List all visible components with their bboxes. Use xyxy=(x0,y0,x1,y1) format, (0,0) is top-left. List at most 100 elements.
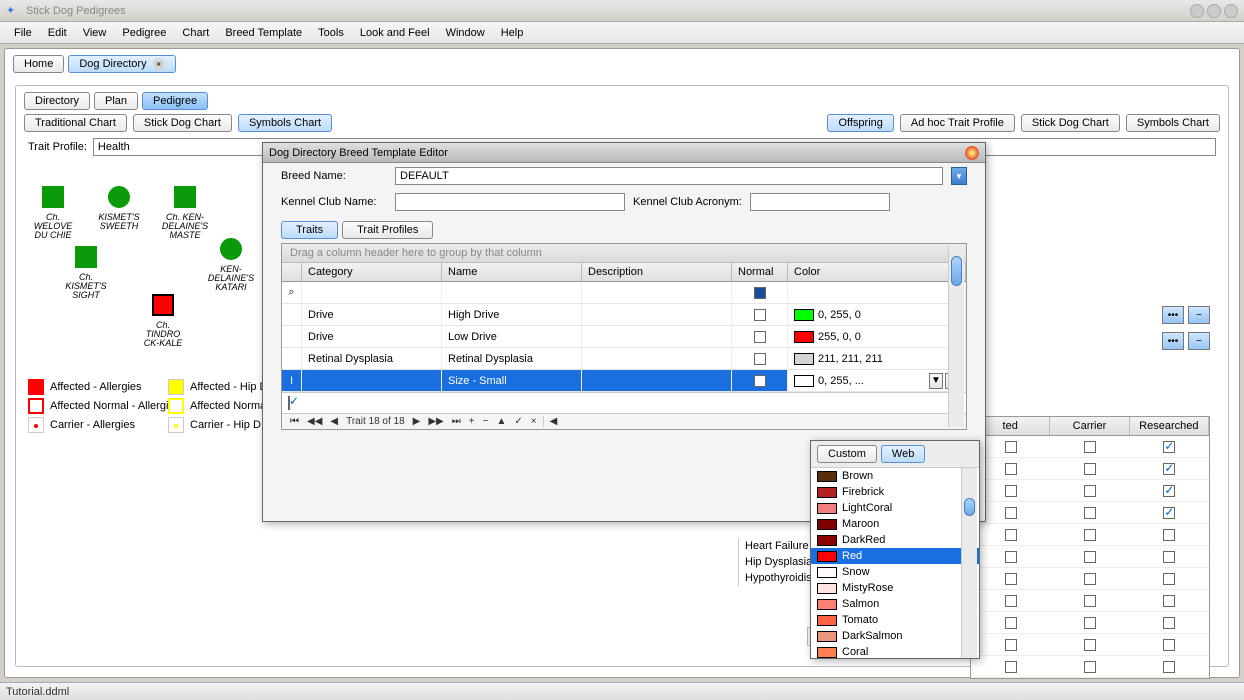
checkbox[interactable] xyxy=(1084,551,1096,563)
breed-name-input[interactable] xyxy=(395,167,943,185)
filter-checkbox[interactable] xyxy=(754,287,766,299)
pedigree-node[interactable] xyxy=(152,294,174,316)
dropdown-icon[interactable]: ▼ xyxy=(951,167,967,185)
checkbox[interactable] xyxy=(1163,485,1175,497)
menu-edit[interactable]: Edit xyxy=(40,25,75,41)
menu-window[interactable]: Window xyxy=(438,25,493,41)
checkbox[interactable] xyxy=(1084,463,1096,475)
tab-pedigree[interactable]: Pedigree xyxy=(142,92,208,110)
checkbox[interactable] xyxy=(1005,529,1017,541)
checkbox[interactable] xyxy=(1084,595,1096,607)
kennel-club-input[interactable] xyxy=(395,193,625,211)
dialog-close-button[interactable] xyxy=(965,146,979,160)
color-item[interactable]: Firebrick xyxy=(811,484,979,500)
minimize-button[interactable] xyxy=(1190,4,1204,18)
menu-chart[interactable]: Chart xyxy=(174,25,217,41)
tab-symbols-chart-r[interactable]: Symbols Chart xyxy=(1126,114,1220,132)
color-item[interactable]: Red xyxy=(811,548,979,564)
color-item[interactable]: LightCoral xyxy=(811,500,979,516)
checkbox[interactable] xyxy=(1005,639,1017,651)
checkbox[interactable] xyxy=(1163,573,1175,585)
checkbox[interactable] xyxy=(1005,507,1017,519)
checkbox[interactable] xyxy=(1005,441,1017,453)
close-button[interactable] xyxy=(1224,4,1238,18)
cell-checkbox[interactable] xyxy=(754,331,766,343)
checkbox[interactable] xyxy=(1163,463,1175,475)
minus-button[interactable]: − xyxy=(1188,306,1210,324)
pedigree-node[interactable] xyxy=(42,186,64,208)
grid-row-selected[interactable]: I Size - Small 0, 255, ... ▼ × xyxy=(282,370,966,392)
grid-row[interactable]: Retinal Dysplasia Retinal Dysplasia 211,… xyxy=(282,348,966,370)
menu-view[interactable]: View xyxy=(75,25,115,41)
tab-plan[interactable]: Plan xyxy=(94,92,138,110)
checkbox[interactable] xyxy=(1163,551,1175,563)
checkbox[interactable] xyxy=(1084,639,1096,651)
menu-tools[interactable]: Tools xyxy=(310,25,352,41)
checkbox[interactable] xyxy=(1163,661,1175,673)
menu-pedigree[interactable]: Pedigree xyxy=(114,25,174,41)
tab-trait-profiles[interactable]: Trait Profiles xyxy=(342,221,433,239)
minus-button[interactable]: − xyxy=(1188,332,1210,350)
checkbox[interactable] xyxy=(1084,661,1096,673)
color-item[interactable]: Coral xyxy=(811,644,979,658)
nav-down-icon[interactable]: ✓ xyxy=(512,416,524,427)
cell-checkbox[interactable] xyxy=(754,353,766,365)
color-item[interactable]: Snow xyxy=(811,564,979,580)
pedigree-node[interactable] xyxy=(75,246,97,268)
nav-first-icon[interactable]: ⏮ xyxy=(288,416,301,427)
menu-file[interactable]: File xyxy=(6,25,40,41)
col-normal[interactable]: Normal xyxy=(732,263,788,281)
tab-adhoc-trait[interactable]: Ad hoc Trait Profile xyxy=(900,114,1015,132)
kennel-acronym-input[interactable] xyxy=(750,193,890,211)
cell-name[interactable]: Size - Small xyxy=(442,370,582,391)
tab-dog-directory[interactable]: Dog Directory × xyxy=(68,55,175,73)
col-description[interactable]: Description xyxy=(582,263,732,281)
pedigree-node[interactable] xyxy=(174,186,196,208)
col-color[interactable]: Color xyxy=(788,263,966,281)
menu-look-and-feel[interactable]: Look and Feel xyxy=(352,25,438,41)
close-icon[interactable]: × xyxy=(153,58,165,70)
col-name[interactable]: Name xyxy=(442,263,582,281)
color-item[interactable]: MistyRose xyxy=(811,580,979,596)
checkbox[interactable] xyxy=(1084,441,1096,453)
footer-checkbox[interactable] xyxy=(288,396,290,410)
checkbox[interactable] xyxy=(1163,529,1175,541)
menu-help[interactable]: Help xyxy=(493,25,532,41)
checkbox[interactable] xyxy=(1005,617,1017,629)
nav-add-icon[interactable]: + xyxy=(467,416,477,427)
nav-remove-icon[interactable]: − xyxy=(481,416,491,427)
cp-tab-web[interactable]: Web xyxy=(881,445,925,463)
tab-traits[interactable]: Traits xyxy=(281,221,338,239)
tab-offspring[interactable]: Offspring xyxy=(827,114,893,132)
col-researched[interactable]: Researched xyxy=(1130,417,1209,435)
color-item[interactable]: DarkSalmon xyxy=(811,628,979,644)
checkbox[interactable] xyxy=(1163,617,1175,629)
filter-icon[interactable]: ⌕ xyxy=(288,286,294,299)
color-item[interactable]: DarkRed xyxy=(811,532,979,548)
checkbox[interactable] xyxy=(1005,463,1017,475)
checkbox[interactable] xyxy=(1163,595,1175,607)
color-item[interactable]: Salmon xyxy=(811,596,979,612)
nav-prevpage-icon[interactable]: ◀◀ xyxy=(305,416,324,427)
checkbox[interactable] xyxy=(1084,485,1096,497)
grid-scrollbar[interactable] xyxy=(948,246,964,427)
menu-breed-template[interactable]: Breed Template xyxy=(217,25,310,41)
cp-tab-custom[interactable]: Custom xyxy=(817,445,877,463)
color-item[interactable]: Tomato xyxy=(811,612,979,628)
checkbox[interactable] xyxy=(1163,639,1175,651)
color-item[interactable]: Brown xyxy=(811,468,979,484)
checkbox[interactable] xyxy=(1005,661,1017,673)
tab-symbols-chart[interactable]: Symbols Chart xyxy=(238,114,332,132)
checkbox[interactable] xyxy=(1005,573,1017,585)
ellipsis-button[interactable]: ••• xyxy=(1162,332,1184,350)
nav-nextpage-icon[interactable]: ▶▶ xyxy=(426,416,445,427)
tab-stick-dog-chart-r[interactable]: Stick Dog Chart xyxy=(1021,114,1120,132)
nav-prev-icon[interactable]: ◀ xyxy=(328,416,340,427)
cell-checkbox[interactable] xyxy=(754,309,766,321)
checkbox[interactable] xyxy=(1084,617,1096,629)
ellipsis-button[interactable]: ••• xyxy=(1162,306,1184,324)
col-category[interactable]: Category xyxy=(302,263,442,281)
checkbox[interactable] xyxy=(1084,573,1096,585)
tab-home[interactable]: Home xyxy=(13,55,64,73)
group-by-bar[interactable]: Drag a column header here to group by th… xyxy=(282,244,966,263)
